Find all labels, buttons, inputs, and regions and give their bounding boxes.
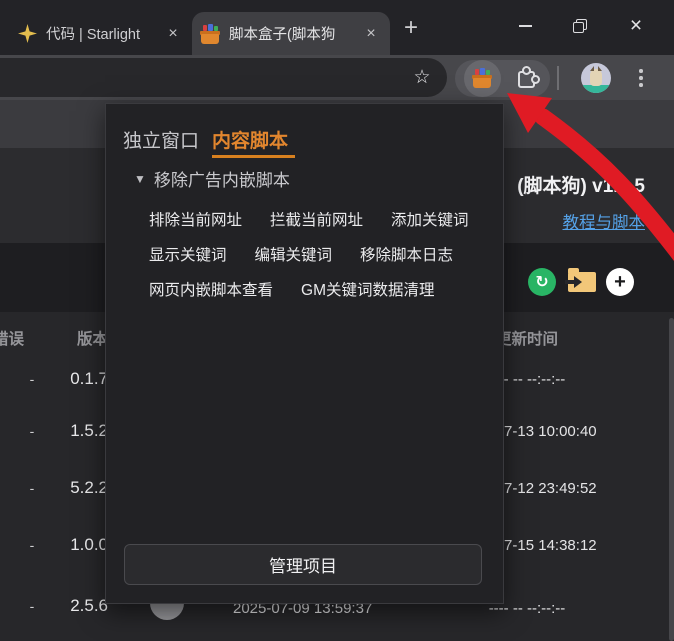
window-restore-button[interactable] <box>560 8 600 44</box>
plus-circle-icon[interactable]: + <box>606 268 634 296</box>
action-exclude-url[interactable]: 排除当前网址 <box>149 208 242 230</box>
tutorial-link[interactable]: 教程与脚本 <box>563 209 646 233</box>
popup-action-row: 显示关键词 编辑关键词 移除脚本日志 <box>149 243 453 265</box>
cell-version: 2.5.6 <box>70 596 108 615</box>
triangle-down-icon: ▼ <box>134 171 146 186</box>
action-block-url[interactable]: 拦截当前网址 <box>270 208 363 230</box>
action-remove-script-log[interactable]: 移除脚本日志 <box>360 243 453 265</box>
toolbox-icon <box>200 23 220 44</box>
action-gm-data-cleanup[interactable]: GM关键词数据清理 <box>301 278 434 300</box>
bookmark-star-icon[interactable]: ☆ <box>408 63 436 91</box>
tab-bar: 代码 | Starlight × 脚本盒子(脚本狗 × + × <box>0 0 674 55</box>
tab-starlight[interactable]: 代码 | Starlight × <box>10 12 192 55</box>
popup-action-row: 排除当前网址 拦截当前网址 添加关键词 <box>149 208 469 230</box>
folder-import-icon[interactable] <box>565 268 596 292</box>
popup-tab-content-scripts[interactable]: 内容脚本 <box>212 126 288 153</box>
script-box-extension-icon[interactable] <box>472 68 492 88</box>
cell-error: - <box>29 480 35 496</box>
tab-title: 代码 | Starlight <box>46 27 141 43</box>
cell-error: - <box>29 371 35 387</box>
browser-window: 代码 | Starlight × 脚本盒子(脚本狗 × + × ☆ (脚本狗) … <box>0 0 674 641</box>
avatar-background <box>581 85 611 93</box>
extension-popup: 独立窗口 内容脚本 ▼ 移除广告内嵌脚本 排除当前网址 拦截当前网址 添加关键词… <box>105 103 504 604</box>
refresh-icon[interactable]: ↻ <box>528 268 556 296</box>
cell-version: 1.0.0 <box>70 535 108 554</box>
cell-version: 1.5.2 <box>70 421 108 440</box>
action-show-keywords[interactable]: 显示关键词 <box>149 243 227 265</box>
page-title: (脚本狗) v1.0.5 <box>517 176 645 197</box>
column-header-version: 版本 <box>76 331 108 348</box>
window-minimize-button[interactable] <box>505 8 545 44</box>
action-view-embedded-scripts[interactable]: 网页内嵌脚本查看 <box>149 278 273 300</box>
cat-avatar-icon <box>590 66 602 86</box>
active-tab-underline <box>212 155 295 158</box>
tab-title: 脚本盒子(脚本狗 <box>229 27 336 43</box>
restore-icon <box>573 19 587 33</box>
cell-error: - <box>29 423 35 439</box>
popup-action-row: 网页内嵌脚本查看 GM关键词数据清理 <box>149 278 434 300</box>
close-tab-icon[interactable]: × <box>360 23 382 45</box>
action-add-keyword[interactable]: 添加关键词 <box>391 208 469 230</box>
cell-error: - <box>29 537 35 553</box>
manage-projects-button[interactable]: 管理项目 <box>124 544 482 585</box>
scrollbar[interactable] <box>669 318 674 641</box>
window-close-button[interactable]: × <box>616 8 656 44</box>
minimize-icon <box>518 25 532 27</box>
address-bar[interactable] <box>0 58 447 97</box>
new-tab-button[interactable]: + <box>396 13 426 43</box>
cell-version: 0.1.7 <box>70 369 108 388</box>
popup-section-title: 移除广告内嵌脚本 <box>153 171 290 190</box>
close-tab-icon[interactable]: × <box>162 23 184 45</box>
extensions-puzzle-icon[interactable] <box>518 66 540 88</box>
popup-section-header[interactable]: ▼ 移除广告内嵌脚本 <box>134 166 290 191</box>
four-point-star-icon <box>18 24 37 43</box>
toolbar-divider <box>557 66 559 90</box>
browser-menu-button[interactable] <box>631 64 651 92</box>
profile-avatar[interactable] <box>581 63 611 93</box>
column-header-error: 错误 <box>0 331 25 348</box>
action-edit-keywords[interactable]: 编辑关键词 <box>255 243 333 265</box>
cell-version: 5.2.2 <box>70 478 108 497</box>
cell-error: - <box>29 598 35 614</box>
popup-tab-standalone[interactable]: 独立窗口 <box>123 126 199 153</box>
tab-script-box[interactable]: 脚本盒子(脚本狗 × <box>192 12 390 55</box>
